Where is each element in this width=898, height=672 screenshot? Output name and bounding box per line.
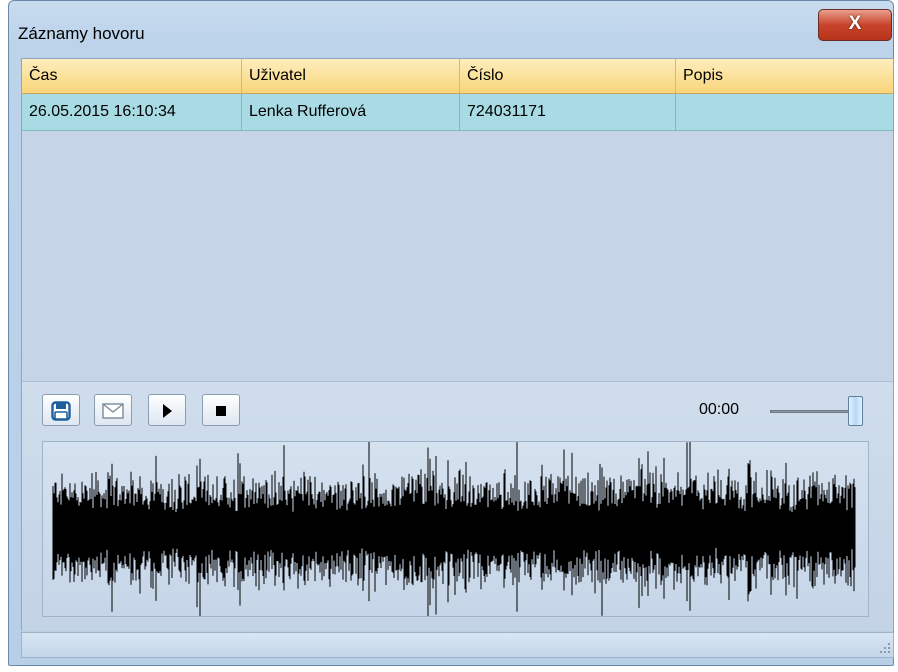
save-button[interactable] (42, 394, 80, 426)
grid-header: Čas Uživatel Číslo Popis (22, 59, 893, 94)
cell-cas: 26.05.2015 16:10:34 (22, 94, 242, 130)
resize-grip-icon[interactable] (877, 641, 891, 655)
cell-cislo: 724031171 (460, 94, 676, 130)
waveform (52, 442, 856, 616)
stop-button[interactable] (202, 394, 240, 426)
close-icon: X (848, 13, 862, 34)
mail-icon (102, 403, 124, 419)
save-icon (51, 401, 71, 421)
play-icon (163, 404, 172, 418)
play-button[interactable] (148, 394, 186, 426)
waveform-path (52, 442, 856, 616)
window-title: Záznamy hovoru (18, 24, 145, 43)
column-header-popis[interactable]: Popis (676, 59, 893, 93)
stop-icon (216, 406, 226, 416)
volume-slider-track[interactable] (770, 410, 856, 413)
table-row[interactable]: 26.05.2015 16:10:34 Lenka Rufferová 7240… (22, 94, 893, 131)
volume-slider-thumb[interactable] (848, 396, 863, 426)
call-records-grid: Čas Uživatel Číslo Popis 26.05.2015 16:1… (22, 59, 893, 381)
cell-popis (676, 94, 893, 130)
cell-uzivatel: Lenka Rufferová (242, 94, 460, 130)
waveform-display[interactable] (42, 441, 869, 617)
column-header-cas[interactable]: Čas (22, 59, 242, 93)
column-header-cislo[interactable]: Číslo (460, 59, 676, 93)
status-bar (21, 632, 894, 658)
playback-time: 00:00 (699, 401, 740, 418)
close-button[interactable]: X (818, 9, 892, 41)
client-area: Čas Uživatel Číslo Popis 26.05.2015 16:1… (21, 58, 894, 631)
column-header-uzivatel[interactable]: Uživatel (242, 59, 460, 93)
email-button[interactable] (94, 394, 132, 426)
player-panel: 00:00 (22, 381, 893, 631)
